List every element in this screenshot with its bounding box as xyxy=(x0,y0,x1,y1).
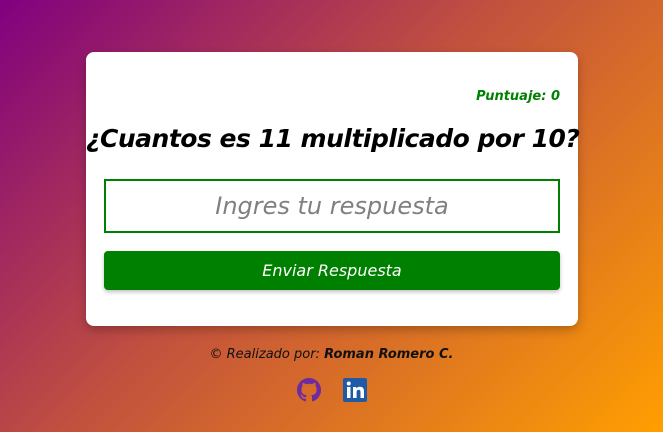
score-display: Puntuaje: 0 xyxy=(476,89,560,104)
score-value: 0 xyxy=(550,89,560,104)
answer-input[interactable] xyxy=(104,179,560,233)
question-text: ¿Cuantos es 11 multiplicado por 10? xyxy=(86,124,580,153)
footer-credit: © Realizado por: Roman Romero C. xyxy=(0,347,663,362)
quiz-card: Puntuaje: 0 ¿Cuantos es 11 multiplicado … xyxy=(86,52,580,326)
github-link[interactable] xyxy=(296,378,321,402)
linkedin-link[interactable] xyxy=(342,378,367,402)
score-label: Puntuaje: xyxy=(476,89,547,104)
submit-answer-button[interactable]: Enviar Respuesta xyxy=(104,251,560,290)
social-links xyxy=(0,378,663,402)
footer-author: Roman Romero C. xyxy=(324,347,454,362)
github-icon xyxy=(296,378,321,402)
linkedin-icon xyxy=(342,378,367,402)
footer-prefix: © Realizado por: xyxy=(209,347,320,362)
